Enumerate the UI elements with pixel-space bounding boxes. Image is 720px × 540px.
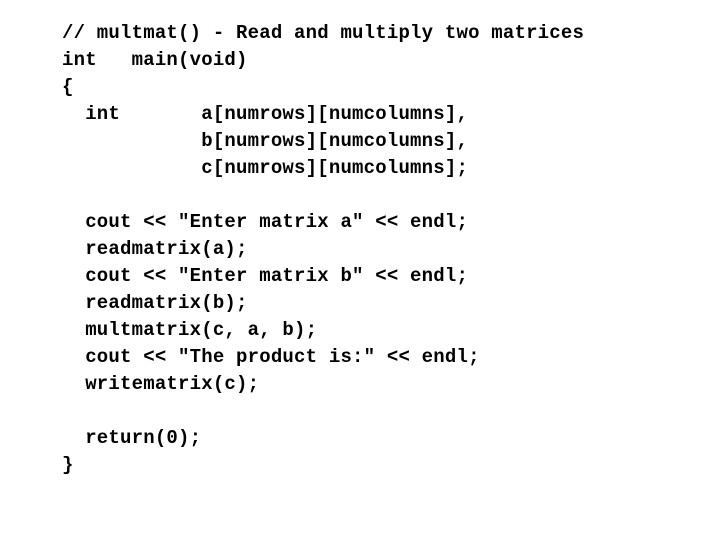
code-block: // multmat() - Read and multiply two mat… (62, 20, 584, 479)
slide-page: // multmat() - Read and multiply two mat… (0, 0, 720, 540)
